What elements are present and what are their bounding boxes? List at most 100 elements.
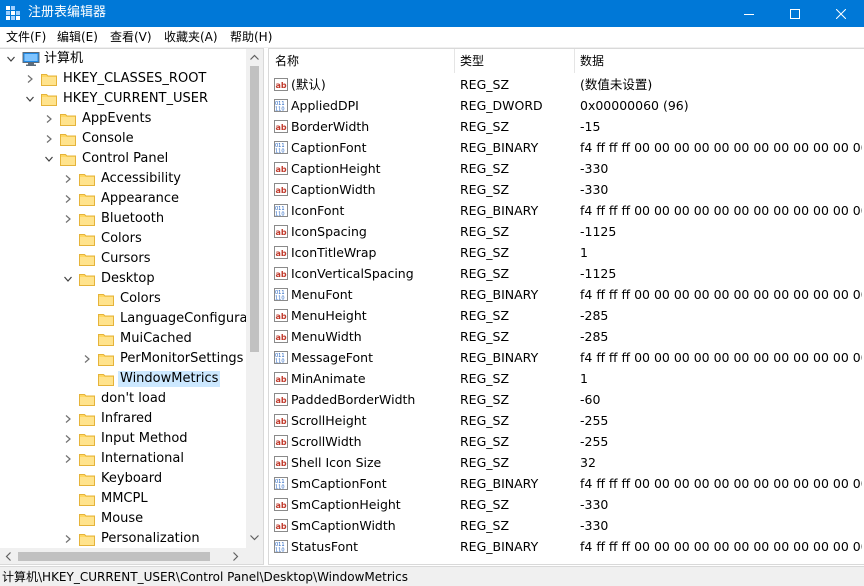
minimize-button[interactable] bbox=[726, 0, 772, 27]
value-row[interactable]: ab ScrollHeight REG_SZ -255 bbox=[269, 410, 864, 431]
tree-node[interactable]: Colors bbox=[0, 229, 246, 249]
tree-node[interactable]: Infrared bbox=[0, 409, 246, 429]
tree-node[interactable]: Input Method bbox=[0, 429, 246, 449]
menu-view[interactable]: 查看(V) bbox=[110, 30, 152, 44]
menu-help[interactable]: 帮助(H) bbox=[230, 30, 272, 44]
chevron-down-icon[interactable] bbox=[7, 55, 15, 63]
value-row[interactable]: ab Shell Icon Size REG_SZ 32 bbox=[269, 452, 864, 473]
value-row[interactable]: 011 110 CaptionFont REG_BINARY f4 ff ff ff 0… bbox=[269, 137, 864, 158]
column-divider[interactable] bbox=[454, 49, 455, 73]
tree-node-label: MMCPL bbox=[101, 491, 148, 506]
tree-node[interactable]: AppEvents bbox=[0, 109, 246, 129]
chevron-right-icon[interactable] bbox=[83, 355, 91, 363]
tree-horizontal-scrollbar[interactable] bbox=[0, 548, 246, 564]
value-row[interactable]: ab SmCaptionHeight REG_SZ -330 bbox=[269, 494, 864, 515]
column-divider[interactable] bbox=[574, 49, 575, 73]
column-header-name[interactable]: 名称 bbox=[275, 54, 299, 68]
values-list-pane[interactable]: 名称 类型 数据 ab (默认) REG_SZ (数值未设置) 011 110 Applie… bbox=[268, 48, 864, 565]
string-value-icon: ab bbox=[274, 435, 288, 448]
maximize-button[interactable] bbox=[772, 0, 818, 27]
column-header-type[interactable]: 类型 bbox=[460, 54, 484, 68]
tree-node[interactable]: Cursors bbox=[0, 249, 246, 269]
tree-node[interactable]: MuiCached bbox=[0, 329, 246, 349]
tree-node-label: International bbox=[101, 451, 184, 466]
tree-node[interactable]: Keyboard bbox=[0, 469, 246, 489]
value-row[interactable]: 011 110 IconFont REG_BINARY f4 ff ff ff 00 0… bbox=[269, 200, 864, 221]
tree-node-label: don't load bbox=[101, 391, 167, 406]
tree-node[interactable]: Desktop bbox=[0, 269, 246, 289]
value-row[interactable]: ab IconTitleWrap REG_SZ 1 bbox=[269, 242, 864, 263]
folder-icon bbox=[60, 134, 76, 146]
tree-horizontal-scroll-thumb[interactable] bbox=[18, 552, 210, 561]
value-row[interactable]: 011 110 StatusFont REG_BINARY f4 ff ff ff 00… bbox=[269, 536, 864, 557]
value-row[interactable]: ab ScrollWidth REG_SZ -255 bbox=[269, 431, 864, 452]
menu-favorites[interactable]: 收藏夹(A) bbox=[164, 30, 218, 44]
value-data: -1125 bbox=[580, 266, 617, 281]
chevron-right-icon[interactable] bbox=[64, 215, 72, 223]
tree-node[interactable]: Appearance bbox=[0, 189, 246, 209]
tree-node[interactable]: Console bbox=[0, 129, 246, 149]
chevron-right-icon[interactable] bbox=[64, 175, 72, 183]
value-row[interactable]: ab CaptionWidth REG_SZ -330 bbox=[269, 179, 864, 200]
value-type: REG_BINARY bbox=[460, 287, 539, 302]
tree-node[interactable]: Mouse bbox=[0, 509, 246, 529]
value-row[interactable]: 011 110 AppliedDPI REG_DWORD 0x00000060 (96) bbox=[269, 95, 864, 116]
scroll-up-arrow-icon[interactable] bbox=[250, 54, 259, 60]
value-row[interactable]: 011 110 SmCaptionFont REG_BINARY f4 ff ff ff… bbox=[269, 473, 864, 494]
tree-vertical-scroll-thumb[interactable] bbox=[250, 66, 259, 352]
tree-node[interactable]: Colors bbox=[0, 289, 246, 309]
tree-node[interactable]: MMCPL bbox=[0, 489, 246, 509]
value-type: REG_SZ bbox=[460, 497, 510, 512]
tree-node-label: PerMonitorSettings bbox=[120, 351, 244, 366]
value-row[interactable]: 011 110 MessageFont REG_BINARY f4 ff ff ff 0… bbox=[269, 347, 864, 368]
chevron-right-icon[interactable] bbox=[26, 75, 34, 83]
value-row[interactable]: ab CaptionHeight REG_SZ -330 bbox=[269, 158, 864, 179]
value-row[interactable]: ab IconVerticalSpacing REG_SZ -1125 bbox=[269, 263, 864, 284]
tree-node-label: LanguageConfiguration bbox=[120, 311, 264, 326]
chevron-right-icon[interactable] bbox=[64, 415, 72, 423]
menu-file[interactable]: 文件(F) bbox=[6, 30, 46, 44]
tree-vertical-scrollbar[interactable] bbox=[246, 49, 263, 548]
chevron-down-icon[interactable] bbox=[64, 275, 72, 283]
scroll-right-arrow-icon[interactable] bbox=[233, 552, 239, 561]
menu-edit[interactable]: 编辑(E) bbox=[57, 30, 98, 44]
close-button[interactable] bbox=[818, 0, 864, 27]
chevron-right-icon[interactable] bbox=[64, 455, 72, 463]
chevron-right-icon[interactable] bbox=[64, 195, 72, 203]
tree-node[interactable]: Personalization bbox=[0, 529, 246, 549]
chevron-right-icon[interactable] bbox=[64, 535, 72, 543]
tree-node[interactable]: HKEY_CLASSES_ROOT bbox=[0, 69, 246, 89]
chevron-right-icon[interactable] bbox=[45, 135, 53, 143]
value-row[interactable]: ab (默认) REG_SZ (数值未设置) bbox=[269, 74, 864, 95]
key-tree-pane[interactable]: 计算机 HKEY_CLASSES_ROOT HKEY_CURRENT_USER App… bbox=[0, 48, 264, 565]
tree-node[interactable]: 计算机 bbox=[0, 49, 246, 69]
value-row[interactable]: ab BorderWidth REG_SZ -15 bbox=[269, 116, 864, 137]
tree-node[interactable]: Bluetooth bbox=[0, 209, 246, 229]
binary-value-icon: 011110 bbox=[274, 204, 288, 217]
value-type: REG_BINARY bbox=[460, 203, 539, 218]
tree-node[interactable]: don't load bbox=[0, 389, 246, 409]
tree-node[interactable]: WindowMetrics bbox=[0, 369, 246, 389]
chevron-right-icon[interactable] bbox=[64, 435, 72, 443]
column-header-data[interactable]: 数据 bbox=[580, 54, 604, 68]
value-row[interactable]: ab SmCaptionWidth REG_SZ -330 bbox=[269, 515, 864, 536]
chevron-down-icon[interactable] bbox=[26, 95, 34, 103]
tree-node[interactable]: Accessibility bbox=[0, 169, 246, 189]
value-name: MessageFont bbox=[291, 350, 374, 365]
chevron-right-icon[interactable] bbox=[45, 115, 53, 123]
tree-node[interactable]: PerMonitorSettings bbox=[0, 349, 246, 369]
value-row[interactable]: ab IconSpacing REG_SZ -1125 bbox=[269, 221, 864, 242]
value-row[interactable]: ab MenuHeight REG_SZ -285 bbox=[269, 305, 864, 326]
tree-node[interactable]: Control Panel bbox=[0, 149, 246, 169]
value-row[interactable]: ab MinAnimate REG_SZ 1 bbox=[269, 368, 864, 389]
tree-node[interactable]: LanguageConfiguration bbox=[0, 309, 263, 329]
chevron-down-icon[interactable] bbox=[45, 155, 53, 163]
scroll-down-arrow-icon[interactable] bbox=[250, 535, 259, 541]
value-row[interactable]: 011 110 MenuFont REG_BINARY f4 ff ff ff 00 0… bbox=[269, 284, 864, 305]
tree-node[interactable]: HKEY_CURRENT_USER bbox=[0, 89, 246, 109]
tree-node-label: Bluetooth bbox=[101, 211, 165, 226]
tree-node[interactable]: International bbox=[0, 449, 246, 469]
value-row[interactable]: ab PaddedBorderWidth REG_SZ -60 bbox=[269, 389, 864, 410]
scroll-left-arrow-icon[interactable] bbox=[5, 552, 11, 561]
value-row[interactable]: ab MenuWidth REG_SZ -285 bbox=[269, 326, 864, 347]
